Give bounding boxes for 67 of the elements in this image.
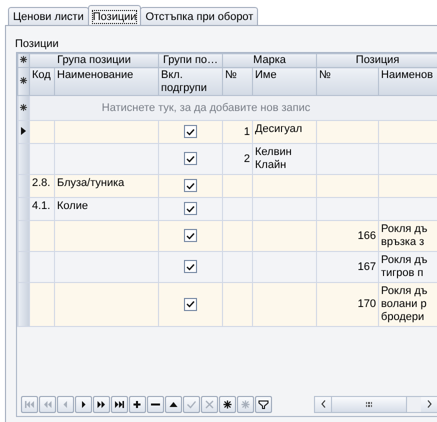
asterisk-icon (240, 400, 251, 408)
checkbox[interactable] (184, 260, 198, 274)
table-cell: 167 (358, 260, 376, 272)
filter-icon (258, 400, 269, 408)
asterisk-icon (20, 77, 27, 84)
grip-icon (366, 402, 372, 406)
table-cell: Келвин Клайн (255, 146, 292, 171)
tab[interactable]: Ценови листи (8, 7, 89, 25)
next-page-button[interactable] (93, 396, 110, 412)
skip-last-icon (114, 400, 125, 408)
refresh-button[interactable] (219, 396, 236, 412)
checkmark-icon (186, 400, 197, 408)
table-cell: 2 (244, 152, 250, 164)
scroll-left-button[interactable] (315, 396, 331, 412)
double-right-icon (96, 400, 107, 408)
current-row-icon (21, 126, 26, 134)
section-label: Позиции (14, 37, 60, 52)
table-cell: 170 (358, 298, 376, 310)
table-cell-text: Рокля дъ тигров п (381, 254, 428, 280)
up-triangle-icon (168, 400, 179, 408)
plus-icon (132, 400, 143, 408)
double-left-icon (42, 400, 53, 408)
cross-icon (204, 400, 215, 408)
column-header[interactable]: Наименование (54, 68, 159, 96)
scroll-thumb[interactable] (331, 396, 407, 412)
row-indicator[interactable] (18, 120, 30, 144)
band-header[interactable]: Група позиции (30, 54, 159, 68)
table-cell: 2.8. (32, 177, 50, 189)
asterisk-icon (20, 56, 27, 63)
checkbox[interactable] (184, 125, 198, 138)
scroll-right-button[interactable] (421, 396, 437, 412)
table-cell: Колие (57, 200, 88, 212)
table-cell: 1 (244, 126, 250, 138)
asterisk-icon (20, 104, 27, 110)
edit-button[interactable] (165, 396, 182, 412)
next-button[interactable] (75, 396, 92, 412)
checkbox[interactable] (184, 152, 198, 166)
skip-first-icon (24, 400, 35, 408)
table-cell: Десигуал (255, 123, 302, 135)
insert-button[interactable] (129, 396, 146, 412)
table-cell: Блуза/туника (57, 177, 124, 189)
chevron-left-icon (320, 400, 326, 408)
column-header[interactable]: Вкл. подгрупи (158, 68, 223, 96)
checkbox[interactable] (184, 298, 198, 311)
column-header[interactable]: Наименов (378, 68, 437, 96)
column-header[interactable]: № (222, 68, 253, 96)
table-cell: 4.1. (32, 200, 50, 212)
tab[interactable]: Позиции (88, 5, 142, 25)
table-cell: 166 (358, 230, 376, 242)
chevron-right-icon (426, 400, 432, 408)
checkbox[interactable] (184, 229, 198, 242)
band-header[interactable]: Марка (222, 54, 317, 68)
horizontal-scrollbar[interactable] (314, 396, 437, 412)
checkbox[interactable] (184, 202, 198, 216)
column-header[interactable]: Име (252, 68, 317, 96)
tab[interactable]: Отстъпка при оборот (140, 7, 258, 25)
band-header[interactable]: Позиция (316, 54, 437, 68)
filter-button[interactable] (255, 396, 272, 412)
last-button[interactable] (111, 396, 128, 412)
asterisk-icon (222, 400, 233, 408)
band-header[interactable]: Групи по… (158, 54, 223, 68)
table-cell-text: Рокля дъ волани р бродери (381, 285, 428, 324)
column-header[interactable]: Код (30, 68, 54, 96)
table-cell-text: Рокля дъ връзка з (381, 223, 428, 249)
delete-button[interactable] (147, 396, 164, 412)
checkbox[interactable] (184, 179, 198, 192)
column-header[interactable]: № (316, 68, 379, 96)
